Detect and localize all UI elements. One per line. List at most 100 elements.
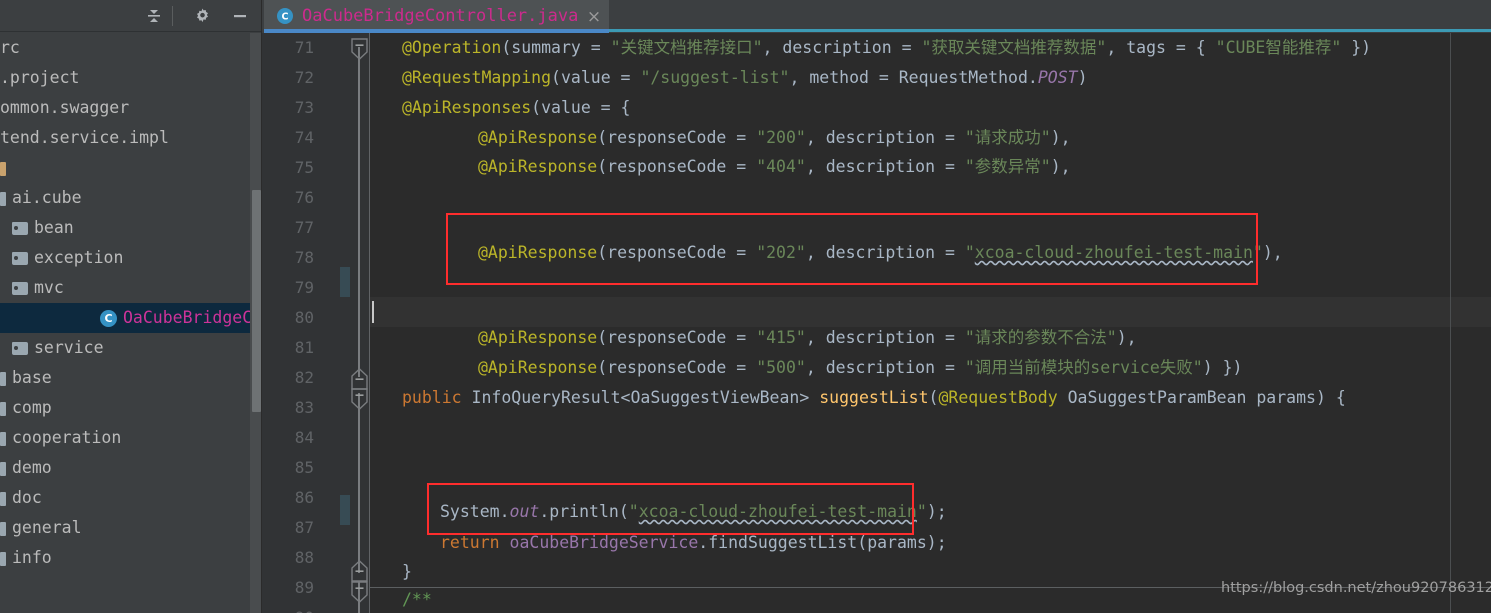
project-tree[interactable]: rc .project ommon.swagger tend.service.impl… [0, 33, 262, 613]
vcs-change-marker[interactable] [340, 267, 350, 297]
sidebar-scrollbar-thumb[interactable] [252, 190, 261, 412]
watermark-text: https://blog.csdn.net/zhou920786312 [1221, 580, 1491, 596]
sidebar-item-bean[interactable]: bean [0, 213, 262, 243]
token-string: "关键文档推荐接口" [610, 38, 763, 57]
line-number-90: 90 [262, 603, 314, 613]
token-string-typo: xcoa-cloud-zhoufei-test-main [638, 502, 917, 521]
token-param: method [809, 68, 869, 87]
token-string: "415" [756, 328, 806, 347]
module-icon [0, 431, 6, 446]
token-param: responseCode [607, 128, 727, 147]
token-keyword: public [402, 388, 462, 407]
token-param: description [825, 157, 936, 176]
sidebar-item-label: doc [12, 488, 42, 507]
module-icon [0, 401, 6, 416]
token-param: description [782, 38, 892, 57]
token-param: responseCode [607, 328, 727, 347]
code-line-83: public InfoQueryResult<OaSuggestViewBean… [402, 388, 1346, 407]
token-field: out [509, 502, 540, 521]
token-method: .findSuggestList [698, 533, 858, 552]
sidebar-item-ommon-swagger[interactable]: ommon.swagger [0, 93, 262, 123]
fold-marker-collapse[interactable] [350, 38, 369, 60]
module-icon [0, 521, 6, 536]
sidebar-item-label: general [12, 518, 82, 537]
svg-text:C: C [282, 12, 289, 23]
folder-icon [12, 282, 28, 295]
sidebar-item-exception[interactable]: exception [0, 243, 262, 273]
sidebar-item-node-4[interactable] [0, 153, 262, 183]
sidebar-item-doc[interactable]: doc [0, 483, 262, 513]
token-param: description [825, 243, 936, 262]
token-annotation: @ApiResponse [478, 128, 598, 147]
gear-icon[interactable] [190, 4, 214, 28]
minimize-icon[interactable] [228, 4, 252, 28]
token-param: description [825, 328, 936, 347]
token-string: "请求的参数不合法" [964, 328, 1117, 347]
token-param: tags [1126, 38, 1166, 57]
token-string: "202" [756, 243, 806, 262]
token-annotation: @ApiResponse [478, 328, 598, 347]
sidebar-item--project[interactable]: .project [0, 63, 262, 93]
token-annotation: @Operation [402, 38, 502, 57]
fold-region-line [358, 47, 360, 377]
token-param: description [825, 128, 936, 147]
sidebar-item-cooperation[interactable]: cooperation [0, 423, 262, 453]
line-number-77: 77 [294, 218, 314, 237]
fold-marker-collapse[interactable] [350, 388, 369, 410]
sidebar-item-demo[interactable]: demo [0, 453, 262, 483]
token-comment: /** [402, 590, 432, 609]
folder-icon [12, 252, 28, 265]
sidebar-item-label: bean [34, 218, 74, 237]
close-icon[interactable]: × [585, 8, 603, 26]
sidebar-item-tend-service-impl[interactable]: tend.service.impl [0, 123, 262, 153]
module-icon [0, 161, 6, 176]
fold-marker-collapse[interactable] [350, 368, 369, 390]
sidebar-item-info[interactable]: info [0, 543, 262, 573]
fold-marker-collapse[interactable] [350, 581, 369, 603]
token-method: .println [539, 502, 619, 521]
token-field: oaCubeBridgeService [509, 533, 699, 552]
module-icon [0, 371, 6, 386]
text-caret [372, 301, 374, 323]
sidebar-item-mvc[interactable]: mvc [0, 273, 262, 303]
sidebar-item-label: comp [12, 398, 52, 417]
line-number-79: 79 [294, 278, 314, 297]
collapse-all-icon[interactable] [142, 4, 166, 28]
token-string: "请求成功" [964, 128, 1051, 147]
token-type: InfoQueryResult<OaSuggestViewBean> [471, 388, 810, 407]
code-line-75: @ApiResponse(responseCode = "404", descr… [478, 157, 1071, 176]
token-annotation: @ApiResponse [478, 243, 598, 262]
sidebar-item-rc[interactable]: rc [0, 33, 262, 63]
code-line-71: @Operation(summary = "关键文档推荐接口", descrip… [402, 38, 1372, 57]
line-number-76: 76 [294, 188, 314, 207]
line-number-81: 81 [294, 338, 314, 357]
sidebar-item-label: tend.service.impl [0, 128, 169, 147]
line-number-84: 84 [294, 428, 314, 447]
sidebar-item-label: exception [34, 248, 124, 267]
token-param: summary [511, 38, 581, 57]
vcs-change-marker[interactable] [340, 495, 350, 525]
sidebar-item-base[interactable]: base [0, 363, 262, 393]
sidebar-item-label: ai.cube [12, 188, 82, 207]
line-number-83: 83 [294, 398, 314, 417]
sidebar-item-service[interactable]: service [0, 333, 262, 363]
line-number-75: 75 [294, 158, 314, 177]
code-editor[interactable]: 71 72 73 74 75 76 77 78 79 80 81 82 83 84 85 86 87 88 89 90… [262, 33, 1491, 613]
sidebar-item-ai-cube[interactable]: ai.cube [0, 183, 262, 213]
fold-marker-collapse[interactable] [350, 560, 369, 582]
token-annotation: @ApiResponses [402, 98, 532, 117]
toolbar-divider [172, 6, 173, 26]
token-string: "CUBE智能推荐" [1215, 38, 1342, 57]
line-number-72: 72 [294, 68, 314, 87]
code-line-72: @RequestMapping(value = "/suggest-list",… [402, 68, 1088, 87]
sidebar-item-comp[interactable]: comp [0, 393, 262, 423]
line-number-88: 88 [294, 548, 314, 567]
token-param: value [541, 98, 591, 117]
line-number-87: 87 [294, 518, 314, 537]
token-string: "404" [756, 157, 806, 176]
token-type: RequestMethod. [898, 68, 1038, 87]
sidebar-item-oacubebridgecontroll[interactable]: C OaCubeBridgeControll [0, 303, 262, 333]
sidebar-item-general[interactable]: general [0, 513, 262, 543]
sidebar-item-label: base [12, 368, 52, 387]
sidebar-item-label: demo [12, 458, 52, 477]
